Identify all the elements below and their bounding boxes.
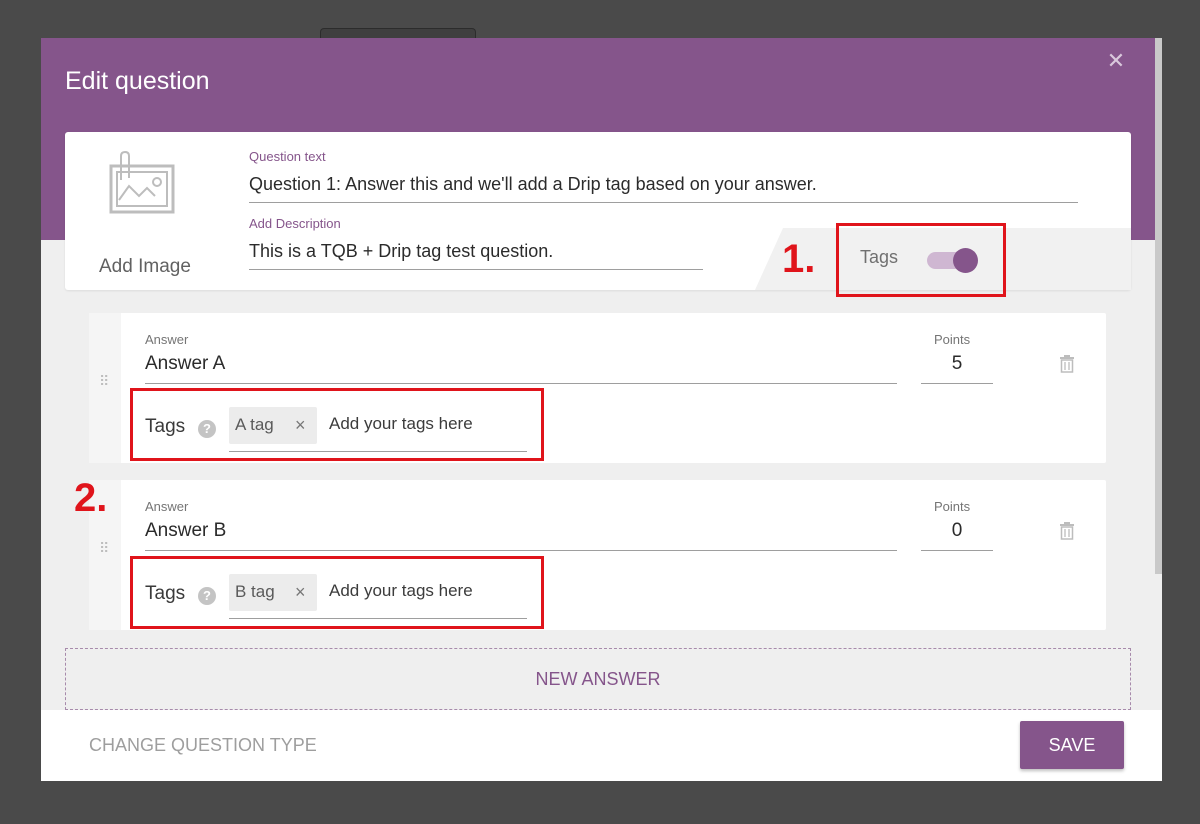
trash-icon[interactable] [1059, 355, 1075, 373]
points-label: Points [934, 332, 971, 347]
annotation-marker-1: 1. [782, 237, 816, 281]
drag-handle-icon[interactable]: ⠿ [99, 541, 113, 568]
trash-icon[interactable] [1059, 522, 1075, 540]
question-text-label: Question text [249, 149, 326, 164]
modal-title: Edit question [65, 67, 210, 95]
points-input[interactable]: 5 [921, 353, 993, 375]
description-input[interactable]: This is a TQB + Drip tag test question. [249, 241, 553, 262]
annotation-box-answer-a-tags [130, 388, 544, 461]
answer-underline [145, 550, 897, 551]
annotation-box-tags-toggle [836, 223, 1006, 297]
new-answer-button[interactable]: NEW ANSWER [65, 648, 1131, 710]
points-underline [921, 550, 993, 551]
answer-input[interactable]: Answer A [145, 353, 225, 375]
modal-footer: CHANGE QUESTION TYPE SAVE [41, 710, 1162, 781]
drag-handle-icon[interactable]: ⠿ [99, 374, 113, 401]
edit-question-modal: Edit question ✕ Add Image Question text … [41, 38, 1162, 781]
question-text-underline [249, 202, 1078, 203]
scrollbar[interactable] [1155, 38, 1162, 574]
annotation-marker-2: 2. [74, 476, 108, 520]
change-question-type-button[interactable]: CHANGE QUESTION TYPE [89, 735, 317, 756]
save-button[interactable]: SAVE [1020, 721, 1124, 769]
close-icon[interactable]: ✕ [1105, 50, 1127, 72]
annotation-box-answer-b-tags [130, 556, 544, 629]
points-input[interactable]: 0 [921, 520, 993, 542]
answer-label: Answer [145, 499, 189, 514]
question-text-input[interactable]: Question 1: Answer this and we'll add a … [249, 174, 817, 195]
description-label: Add Description [249, 216, 341, 231]
add-image-label[interactable]: Add Image [99, 256, 191, 278]
image-placeholder-icon[interactable] [107, 150, 183, 220]
answer-input[interactable]: Answer B [145, 520, 226, 542]
points-underline [921, 383, 993, 384]
answer-label: Answer [145, 332, 189, 347]
answer-underline [145, 383, 897, 384]
points-label: Points [934, 499, 971, 514]
description-underline [249, 269, 703, 270]
